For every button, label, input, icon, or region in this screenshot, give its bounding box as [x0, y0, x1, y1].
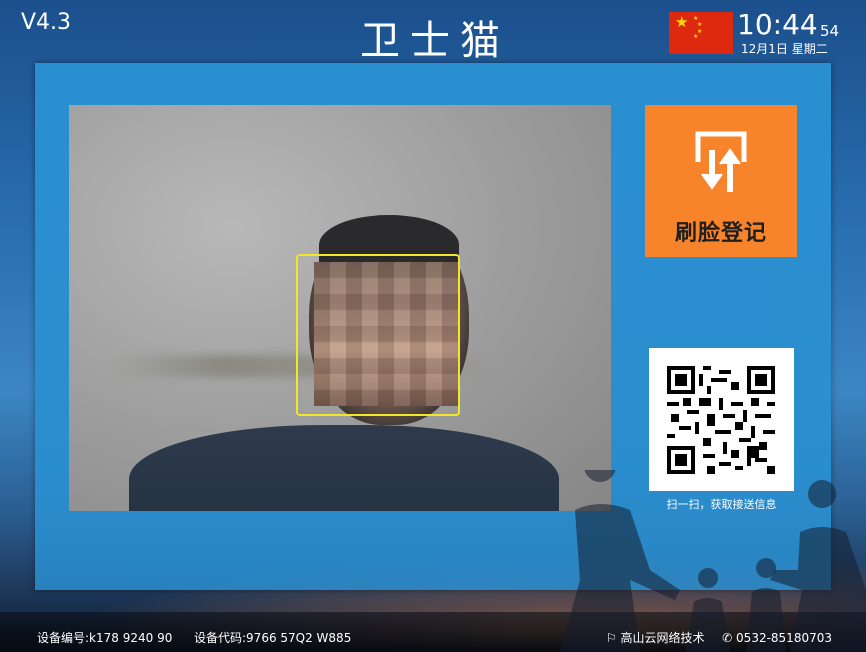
china-flag-icon: ★ ★ ★ ★ ★ [669, 12, 733, 54]
clock-seconds: 54 [820, 22, 840, 40]
phone-icon: ✆ [722, 631, 733, 645]
face-register-button[interactable]: 刷脸登记 [645, 105, 797, 257]
face-register-icon [695, 131, 747, 192]
footer-device-info: 设备编号:k178 9240 90 设备代码:9766 57Q2 W885 [37, 629, 351, 646]
face-detection-box [296, 254, 460, 416]
device-code: 设备代码:9766 57Q2 W885 [194, 631, 352, 645]
flag-outline-icon: ⚐ [605, 631, 617, 645]
family-silhouette-image [560, 470, 866, 652]
clock-time: 10:44 [737, 8, 818, 41]
company-name: 高山云网络技术 [620, 631, 705, 645]
company-phone: 0532-85180703 [736, 631, 832, 645]
face-register-label: 刷脸登记 [674, 221, 767, 246]
footer-company-info: ⚐ 高山云网络技术 ✆ 0532-85180703 [606, 629, 832, 646]
app-title: 卫士猫 [360, 18, 510, 64]
qr-code-icon [667, 366, 775, 474]
device-number: 设备编号:k178 9240 90 [37, 631, 173, 645]
version-label: V4.3 [21, 10, 72, 35]
clock-date: 12月1日 星期二 [741, 42, 828, 56]
